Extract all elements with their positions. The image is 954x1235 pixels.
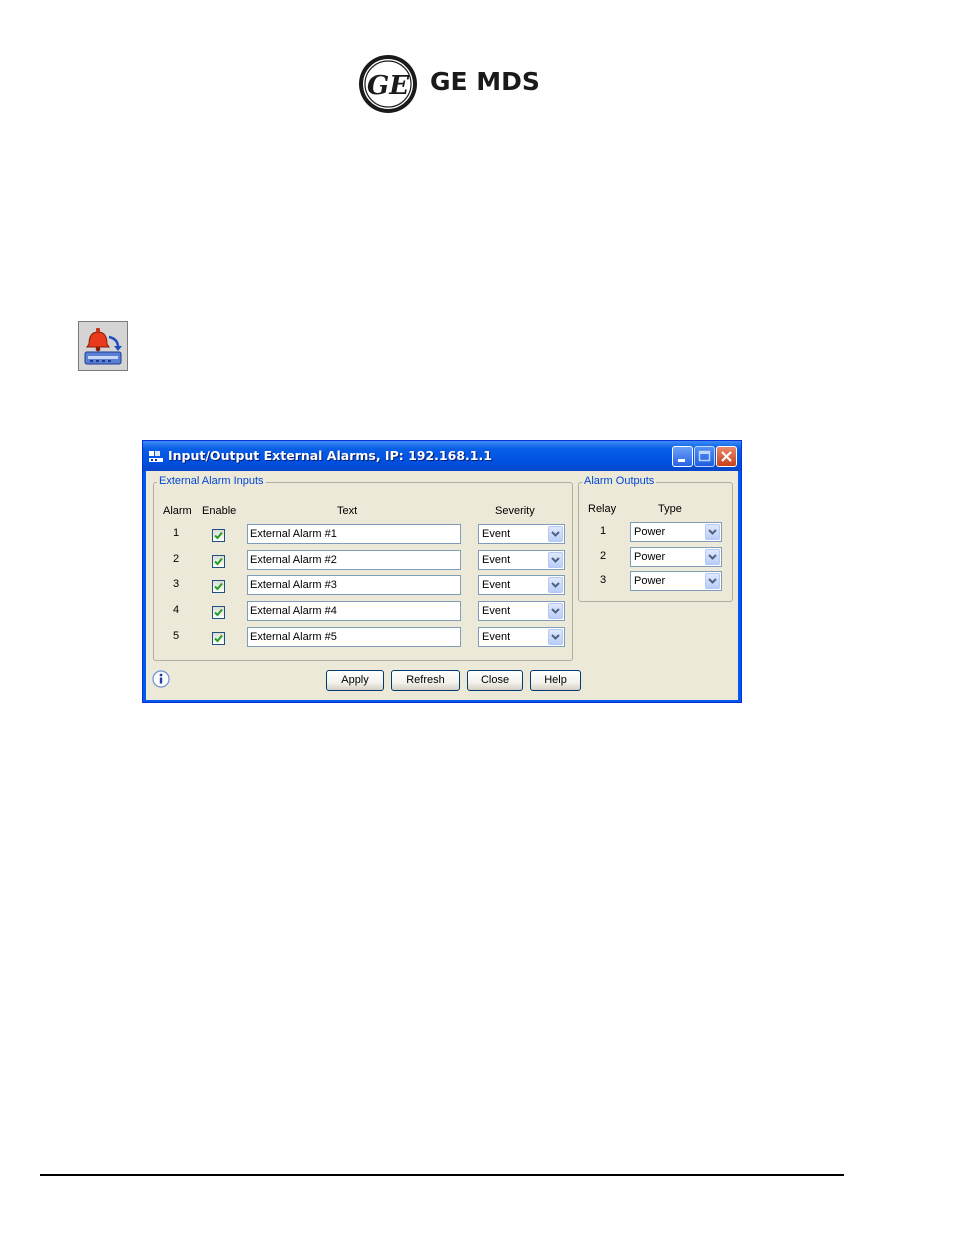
- relay-type-value: Power: [634, 551, 666, 563]
- external-alarm-inputs-group: External Alarm Inputs Alarm Enable Text …: [153, 475, 573, 661]
- refresh-button[interactable]: Refresh: [391, 670, 460, 691]
- external-alarms-dialog: Input/Output External Alarms, IP: 192.16…: [142, 440, 742, 703]
- text-column-header: Text: [337, 505, 358, 517]
- dialog-body: External Alarm Inputs Alarm Enable Text …: [146, 471, 738, 700]
- ge-seal-logo: GE: [359, 55, 417, 113]
- minimize-button[interactable]: [672, 446, 693, 467]
- checkmark-icon: [214, 582, 223, 591]
- outputs-group-label: Alarm Outputs: [582, 475, 657, 487]
- alarm-number: 2: [173, 553, 180, 565]
- relay-number: 3: [600, 574, 607, 586]
- chevron-down-icon: [551, 531, 560, 537]
- severity-value: Event: [482, 554, 511, 566]
- info-icon[interactable]: [152, 670, 170, 688]
- relay-column-header: Relay: [588, 503, 617, 515]
- chevron-down-icon: [708, 578, 717, 584]
- dropdown-arrow[interactable]: [548, 629, 563, 645]
- alarm-column-header: Alarm: [163, 505, 192, 517]
- dropdown-arrow[interactable]: [705, 524, 720, 540]
- severity-column-header: Severity: [495, 505, 535, 517]
- alarm-4-text-field[interactable]: External Alarm #4: [247, 601, 461, 621]
- checkmark-icon: [214, 634, 223, 643]
- chevron-down-icon: [551, 557, 560, 563]
- relay-number: 1: [600, 525, 607, 537]
- title-bar[interactable]: Input/Output External Alarms, IP: 192.16…: [143, 441, 741, 471]
- checkmark-icon: [214, 557, 223, 566]
- close-button[interactable]: Close: [467, 670, 523, 691]
- alarm-number: 5: [173, 630, 180, 642]
- seal-monogram: GE: [367, 71, 410, 101]
- alarm-2-enable-checkbox[interactable]: [212, 555, 225, 568]
- alarm-5-severity-select[interactable]: Event: [478, 627, 565, 647]
- external-alarms-toolbar-icon[interactable]: [78, 321, 128, 371]
- relay-type-value: Power: [634, 575, 666, 587]
- dropdown-arrow[interactable]: [548, 526, 563, 542]
- chevron-down-icon: [551, 634, 560, 640]
- maximize-button[interactable]: [694, 446, 715, 467]
- window-title: Input/Output External Alarms, IP: 192.16…: [168, 448, 492, 463]
- alarm-5-text-field[interactable]: External Alarm #5: [247, 627, 461, 647]
- footer-divider: [40, 1174, 844, 1176]
- inputs-group-label: External Alarm Inputs: [157, 475, 266, 487]
- dropdown-arrow[interactable]: [705, 573, 720, 589]
- type-column-header: Type: [658, 503, 682, 515]
- relay-2-type-select[interactable]: Power: [630, 547, 722, 567]
- alarm-number: 3: [173, 578, 180, 590]
- alarm-bell-icon: [84, 328, 122, 365]
- relay-number: 2: [600, 550, 607, 562]
- severity-value: Event: [482, 605, 511, 617]
- apply-button[interactable]: Apply: [326, 670, 384, 691]
- alarm-1-text-field[interactable]: External Alarm #1: [247, 524, 461, 544]
- relay-type-value: Power: [634, 526, 666, 538]
- close-window-button[interactable]: [716, 446, 737, 467]
- alarm-2-severity-select[interactable]: Event: [478, 550, 565, 570]
- enable-column-header: Enable: [202, 505, 237, 517]
- alarm-number: 4: [173, 604, 180, 616]
- alarm-4-enable-checkbox[interactable]: [212, 606, 225, 619]
- checkmark-icon: [214, 608, 223, 617]
- relay-1-type-select[interactable]: Power: [630, 522, 722, 542]
- help-button[interactable]: Help: [530, 670, 581, 691]
- maximize-icon: [698, 450, 711, 462]
- severity-value: Event: [482, 631, 511, 643]
- severity-value: Event: [482, 528, 511, 540]
- chevron-down-icon: [708, 529, 717, 535]
- chevron-down-icon: [551, 582, 560, 588]
- alarm-number: 1: [173, 527, 180, 539]
- alarm-3-text-field[interactable]: External Alarm #3: [247, 575, 461, 595]
- alarm-outputs-group: Alarm Outputs Relay Type 1 Power 2 Power…: [578, 475, 733, 602]
- alarm-2-text-field[interactable]: External Alarm #2: [247, 550, 461, 570]
- chevron-down-icon: [551, 608, 560, 614]
- alarm-3-severity-select[interactable]: Event: [478, 575, 565, 595]
- ge-mds-logo: GE GE MDS: [358, 54, 558, 116]
- app-icon: [149, 451, 163, 462]
- dropdown-arrow[interactable]: [548, 552, 563, 568]
- minimize-icon: [678, 459, 685, 462]
- relay-3-type-select[interactable]: Power: [630, 571, 722, 591]
- chevron-down-icon: [708, 554, 717, 560]
- alarm-4-severity-select[interactable]: Event: [478, 601, 565, 621]
- alarm-1-severity-select[interactable]: Event: [478, 524, 565, 544]
- checkmark-icon: [214, 531, 223, 540]
- severity-value: Event: [482, 579, 511, 591]
- alarm-3-enable-checkbox[interactable]: [212, 580, 225, 593]
- alarm-5-enable-checkbox[interactable]: [212, 632, 225, 645]
- dropdown-arrow[interactable]: [548, 577, 563, 593]
- alarm-1-enable-checkbox[interactable]: [212, 529, 225, 542]
- dropdown-arrow[interactable]: [548, 603, 563, 619]
- close-icon: [721, 451, 732, 462]
- dropdown-arrow[interactable]: [705, 549, 720, 565]
- brand-name: GE MDS: [430, 67, 540, 96]
